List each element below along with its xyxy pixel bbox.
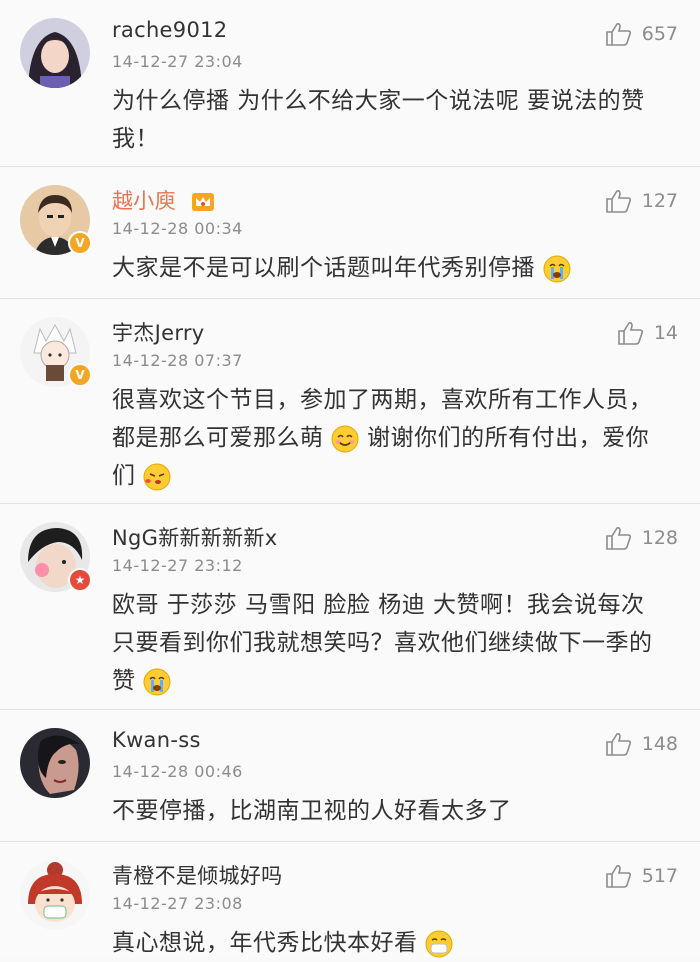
- username[interactable]: 宇杰Jerry: [112, 317, 205, 347]
- like-count: 127: [641, 190, 678, 212]
- comment-item: V 越小庾 14-12-28 00:34 127 大家是不是可以刷个话题叫年代秀…: [0, 167, 700, 299]
- comment-text-body: 大家是不是可以刷个话题叫年代秀别停播: [112, 255, 535, 281]
- like-button[interactable]: 657: [605, 22, 678, 46]
- avatar-image: [20, 728, 90, 798]
- like-button[interactable]: 127: [605, 189, 678, 213]
- comment-text-body: 欧哥 于莎莎 马雪阳 脸脸 杨迪 大赞啊！我会说每次只要看到你们我就想笑吗？喜欢…: [112, 592, 653, 694]
- thumbs-up-icon: [605, 527, 631, 550]
- comment-text: 为什么停播 为什么不给大家一个说法呢 要说法的赞我！: [112, 88, 645, 152]
- like-count: 517: [641, 865, 678, 887]
- comment-text: 真心想说，年代秀比快本好看: [112, 924, 668, 962]
- like-button[interactable]: 148: [605, 732, 678, 756]
- comment-time: 14-12-28 00:46: [112, 762, 243, 781]
- comment-text: 欧哥 于莎莎 马雪阳 脸脸 杨迪 大赞啊！我会说每次只要看到你们我就想笑吗？喜欢…: [112, 586, 668, 700]
- comment-text-body: 真心想说，年代秀比快本好看: [112, 930, 418, 956]
- avatar[interactable]: V: [20, 185, 92, 255]
- comment-item: rache9012 14-12-27 23:04 657 为什么停播 为什么不给…: [0, 0, 700, 167]
- thumbs-up-icon: [605, 23, 631, 46]
- star-badge-icon: ★: [68, 568, 92, 592]
- crown-icon: [191, 193, 214, 211]
- like-count: 128: [641, 527, 678, 549]
- comment-text: 很喜欢这个节目，参加了两期，喜欢所有工作人员，都是那么可爱那么萌 谢谢你们的所有…: [112, 381, 668, 495]
- comment-time: 14-12-28 07:37: [112, 351, 243, 370]
- like-count: 657: [641, 23, 678, 45]
- like-count: 148: [641, 733, 678, 755]
- avatar-image: [20, 18, 90, 88]
- thumbs-up-icon: [618, 322, 643, 345]
- verified-badge-icon: V: [68, 363, 92, 387]
- mask-emoji-icon: [425, 930, 453, 957]
- avatar[interactable]: [20, 728, 90, 798]
- username[interactable]: Kwan-ss: [112, 728, 201, 752]
- avatar-image: [20, 860, 90, 930]
- crying-emoji-icon: [143, 668, 171, 695]
- comment-item: Kwan-ss 14-12-28 00:46 148 不要停播，比湖南卫视的人好…: [0, 710, 700, 842]
- comment-item: 青橙不是倾城好吗 14-12-27 23:08 517 真心想说，年代秀比快本好…: [0, 842, 700, 958]
- username[interactable]: rache9012: [112, 18, 227, 42]
- avatar[interactable]: V: [20, 317, 92, 387]
- love-emoji-icon: [143, 463, 171, 490]
- thumbs-up-icon: [605, 733, 631, 756]
- username[interactable]: 青橙不是倾城好吗: [112, 860, 282, 890]
- like-button[interactable]: 517: [605, 864, 678, 888]
- comment-time: 14-12-27 23:04: [112, 52, 243, 71]
- username[interactable]: NgG新新新新新x: [112, 522, 277, 552]
- avatar[interactable]: ★: [20, 522, 92, 592]
- avatar[interactable]: [20, 18, 90, 88]
- like-button[interactable]: 128: [605, 526, 678, 550]
- comment-text: 大家是不是可以刷个话题叫年代秀别停播: [112, 249, 668, 287]
- comment-time: 14-12-27 23:08: [112, 894, 243, 913]
- avatar[interactable]: [20, 860, 90, 930]
- crying-emoji-icon: [543, 255, 571, 282]
- smile-emoji-icon: [331, 425, 359, 452]
- username-text: 越小庾: [112, 189, 176, 213]
- comment-text: 不要停播，比湖南卫视的人好看太多了: [112, 798, 512, 824]
- like-button[interactable]: 14: [618, 321, 678, 345]
- comment-list: rache9012 14-12-27 23:04 657 为什么停播 为什么不给…: [0, 0, 700, 958]
- verified-badge-icon: V: [68, 231, 92, 255]
- username[interactable]: 越小庾: [112, 185, 215, 215]
- thumbs-up-icon: [605, 190, 631, 213]
- thumbs-up-icon: [605, 865, 631, 888]
- comment-item: V 宇杰Jerry 14-12-28 07:37 14 很喜欢这个节目，参加了两…: [0, 299, 700, 504]
- comment-time: 14-12-27 23:12: [112, 556, 243, 575]
- like-count: 14: [653, 322, 678, 344]
- comment-time: 14-12-28 00:34: [112, 219, 243, 238]
- comment-item: ★ NgG新新新新新x 14-12-27 23:12 128 欧哥 于莎莎 马雪…: [0, 504, 700, 710]
